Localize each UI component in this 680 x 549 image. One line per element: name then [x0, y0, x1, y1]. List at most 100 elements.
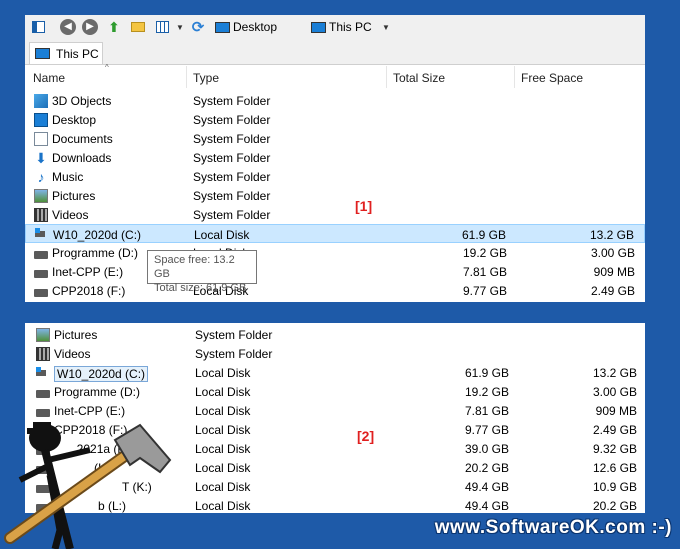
new-folder-button[interactable] — [129, 18, 147, 36]
item-name: Downloads — [52, 151, 112, 165]
item-total-size: 20.2 GB — [464, 461, 509, 475]
videos-icon — [34, 208, 48, 222]
drive-icon — [36, 409, 50, 417]
item-total-size: 39.0 GB — [464, 442, 509, 456]
refresh-icon: ⟳ — [191, 19, 205, 36]
column-name[interactable]: Name — [33, 71, 65, 85]
rename-input[interactable]: W10_2020d (C:) — [54, 366, 149, 382]
drive-icon — [36, 390, 50, 398]
list-item[interactable]: ⬇ Downloads System Folder — [25, 148, 645, 167]
list-item[interactable]: 3D Objects System Folder — [25, 91, 645, 110]
column-divider[interactable] — [186, 66, 187, 88]
list-item[interactable]: Videos System Folder — [25, 205, 645, 224]
forward-button[interactable]: ▶ — [81, 18, 99, 36]
item-name: Videos — [54, 347, 91, 361]
location-dropdown-button[interactable]: ▼ — [377, 18, 395, 36]
item-free-space: 13.2 GB — [592, 366, 637, 380]
item-type: System Folder — [193, 170, 271, 184]
sort-ascending-icon: ^ — [105, 63, 109, 72]
item-free-space: 3.00 GB — [592, 385, 637, 399]
item-name: Videos — [52, 208, 89, 222]
column-divider[interactable] — [514, 66, 515, 88]
item-free-space: 3.00 GB — [590, 246, 635, 260]
item-free-space: 12.6 GB — [592, 461, 637, 475]
item-total-size: 7.81 GB — [462, 265, 507, 279]
item-total-size: 61.9 GB — [464, 366, 509, 380]
view-button[interactable] — [153, 18, 171, 36]
item-type: System Folder — [193, 208, 271, 222]
item-name: Desktop — [52, 113, 97, 127]
column-total-size[interactable]: Total Size — [393, 71, 445, 85]
tab-label: This PC — [56, 46, 99, 61]
list-item[interactable]: Desktop System Folder — [25, 110, 645, 129]
view-dropdown-button[interactable]: ▼ — [171, 18, 189, 36]
column-divider[interactable] — [386, 66, 387, 88]
list-item-renaming[interactable]: W10_2020d (C:) Local Disk 61.9 GB 13.2 G… — [25, 363, 645, 382]
item-type: Local Disk — [195, 461, 251, 475]
item-total-size: 9.77 GB — [464, 423, 509, 437]
column-header: ^ Name Type Total Size Free Space — [25, 63, 645, 88]
item-type: Local Disk — [195, 366, 251, 380]
location-desktop-label: Desktop — [233, 20, 278, 34]
mascot-hammer-illustration — [4, 422, 172, 549]
list-item[interactable]: Programme (D:) Local Disk 19.2 GB 3.00 G… — [25, 382, 645, 401]
column-type[interactable]: Type — [193, 71, 219, 85]
monitor-icon — [215, 21, 230, 33]
item-total-size: 7.81 GB — [464, 404, 509, 418]
item-type: System Folder — [193, 132, 271, 146]
list-item[interactable]: Inet-CPP (E:) Local Disk 7.81 GB 909 MB — [25, 401, 645, 420]
refresh-button[interactable]: ⟳ — [189, 18, 207, 36]
location-desktop[interactable]: Desktop — [215, 18, 277, 36]
item-name: Pictures — [52, 189, 96, 203]
watermark-text: www.SoftwareOK.com :-) — [434, 517, 672, 538]
item-free-space: 2.49 GB — [592, 423, 637, 437]
list-item[interactable]: Documents System Folder — [25, 129, 645, 148]
item-total-size: 49.4 GB — [464, 480, 509, 494]
up-button[interactable]: ⬆ — [105, 18, 123, 36]
list-item[interactable]: Inet-CPP (E:) Local Disk 7.81 GB 909 MB — [25, 262, 645, 281]
address-toolbar: ◀ ▶ ⬆ ▼ ⟳ Desktop This PC ▼ — [25, 15, 645, 41]
desktop-icon — [34, 113, 48, 127]
list-item[interactable]: Pictures System Folder — [25, 186, 645, 205]
item-type: System Folder — [193, 94, 271, 108]
item-free-space: 10.9 GB — [592, 480, 637, 494]
pane-toggle-button[interactable] — [29, 18, 47, 36]
computer-icon — [311, 21, 326, 33]
tab-strip: This PC — [25, 40, 645, 65]
item-name: Inet-CPP (E:) — [54, 404, 126, 418]
item-type: Local Disk — [195, 385, 251, 399]
list-item[interactable]: CPP2018 (F:) Local Disk 9.77 GB 2.49 GB — [25, 281, 645, 300]
file-list-panel-1: This PC ^ Name Type Total Size Free Spac… — [25, 40, 645, 302]
drive-icon — [34, 270, 48, 278]
annotation-marker-2: [2] — [357, 428, 375, 444]
item-name: 3D Objects — [52, 94, 112, 108]
forward-arrow-icon: ▶ — [82, 19, 98, 35]
item-name: W10_2020d (C:) — [53, 228, 142, 242]
location-this-pc[interactable]: This PC — [311, 18, 372, 36]
tab-this-pc[interactable]: This PC — [29, 42, 103, 64]
item-free-space: 13.2 GB — [589, 228, 634, 242]
list-item[interactable]: Videos System Folder — [25, 344, 645, 363]
location-this-pc-label: This PC — [329, 20, 372, 34]
column-free-space[interactable]: Free Space — [521, 71, 583, 85]
list-item[interactable]: Programme (D:) Local Disk 19.2 GB 3.00 G… — [25, 243, 645, 262]
item-total-size: 9.77 GB — [462, 284, 507, 298]
item-name: Programme (D:) — [52, 246, 139, 260]
list-item[interactable]: ♪ Music System Folder — [25, 167, 645, 186]
item-total-size: 19.2 GB — [464, 385, 509, 399]
item-name: Inet-CPP (E:) — [52, 265, 124, 279]
item-free-space: 909 MB — [593, 265, 635, 279]
list-item-selected[interactable]: W10_2020d (C:) Local Disk 61.9 GB 13.2 G… — [25, 224, 645, 243]
item-type: System Folder — [195, 328, 273, 342]
list-item[interactable]: Pictures System Folder — [25, 325, 645, 344]
back-button[interactable]: ◀ — [59, 18, 77, 36]
music-icon: ♪ — [37, 169, 45, 185]
item-name: Documents — [52, 132, 113, 146]
tooltip-total-size: Total size: 61.9 GB — [154, 282, 247, 294]
item-total-size: 61.9 GB — [461, 228, 506, 242]
item-type: Local Disk — [195, 480, 251, 494]
drive-tooltip: Space free: 13.2 GB Total size: 61.9 GB — [147, 250, 257, 294]
3d-objects-icon — [34, 94, 48, 108]
item-free-space: 20.2 GB — [592, 499, 637, 513]
chevron-down-icon: ▼ — [382, 22, 390, 32]
